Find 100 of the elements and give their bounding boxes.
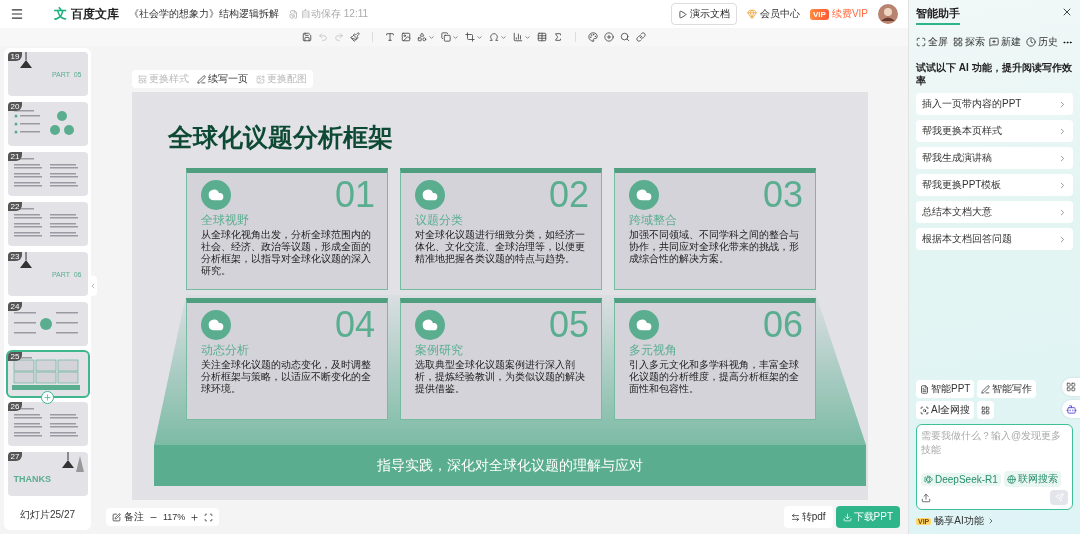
card-text: 关注全球化议题的动态变化，及时调整分析框架与策略，以适应不断变化的全球环境。: [201, 359, 372, 395]
template-icon: [138, 74, 147, 84]
slide-number: 25: [7, 352, 23, 361]
slide-number: 24: [7, 302, 23, 311]
panel-action[interactable]: 新建: [1001, 35, 1021, 49]
upload-icon[interactable]: [921, 492, 931, 503]
cloud-icon: [201, 310, 231, 340]
chevron-right-icon: [1058, 180, 1067, 190]
palette-icon[interactable]: [588, 32, 598, 42]
copy-icon[interactable]: [441, 32, 459, 42]
apps-button[interactable]: [1062, 378, 1080, 396]
table-icon[interactable]: [537, 32, 547, 42]
slide-thumbnail[interactable]: 24: [7, 302, 88, 346]
plus-circle-icon[interactable]: [604, 32, 614, 42]
logo-icon: 文: [54, 5, 67, 23]
cloud-icon: [629, 310, 659, 340]
panel-action[interactable]: 探索: [964, 35, 985, 49]
panel-action[interactable]: 历史: [1037, 35, 1058, 49]
text-box-icon[interactable]: [385, 32, 395, 42]
card-number: 01: [334, 177, 375, 213]
card-heading: 多元视角: [629, 343, 678, 358]
suggestion-button[interactable]: 根据本文档回答问题: [916, 228, 1073, 250]
bar-chart-icon[interactable]: [513, 32, 531, 42]
notes-button[interactable]: 备注: [124, 510, 144, 524]
model-button[interactable]: DeepSeek-R1: [921, 472, 1001, 486]
new-chat-icon: [989, 37, 999, 47]
suggestion-button[interactable]: 总结本文档大意: [916, 201, 1073, 223]
slide-action-button[interactable]: 续写一页: [197, 72, 248, 86]
panel-action[interactable]: 全屏: [928, 35, 948, 49]
plus-icon: [42, 393, 52, 402]
web-search-button[interactable]: 联网搜索: [1003, 471, 1061, 487]
link-icon[interactable]: [636, 32, 646, 42]
slide-thumbnail[interactable]: 21: [7, 152, 88, 196]
sigma-icon[interactable]: [553, 32, 563, 42]
slide-number: 19: [7, 52, 23, 61]
suggestion-button[interactable]: 帮我生成演讲稿: [916, 147, 1073, 169]
chevron-right-icon: [1058, 234, 1067, 244]
slide-thumbnail[interactable]: 22: [7, 202, 88, 246]
member-center-link[interactable]: 会员中心: [759, 7, 800, 21]
slide-thumbnail[interactable]: 27 THANKS: [7, 452, 88, 496]
search-icon[interactable]: [620, 32, 630, 42]
diamond-icon: [746, 9, 757, 19]
card-text: 对全球化议题进行细致分类，如经济一体化、文化交流、全球治理等，以便更精准地把握各类议题的特点与趋势。: [415, 229, 586, 265]
omega-icon[interactable]: [489, 32, 507, 42]
zoom-in-icon[interactable]: [190, 512, 200, 522]
swap-icon: [790, 512, 800, 522]
prompt-heading: 试试以下 AI 功能，提升阅读写作效率: [916, 61, 1073, 87]
assistant-button[interactable]: [1062, 400, 1080, 418]
menu-icon[interactable]: [10, 7, 24, 21]
card-number: 06: [762, 307, 803, 343]
globe-icon: [1006, 474, 1016, 484]
cloud-icon: [415, 310, 445, 340]
document-title[interactable]: 《社会学的想象力》结构逻辑拆解: [129, 7, 279, 21]
thumbnail-label: THANKS: [13, 474, 51, 484]
send-icon: [1054, 493, 1064, 502]
convert-pdf-button[interactable]: 转pdf: [783, 506, 833, 528]
fullscreen-icon: [916, 37, 926, 47]
ai-tool-button[interactable]: 智能PPT: [916, 380, 975, 398]
present-button[interactable]: 演示文档: [670, 3, 737, 25]
suggestion-button[interactable]: 帮我更换本页样式: [916, 120, 1073, 142]
slide-thumbnail[interactable]: 20: [7, 102, 88, 146]
autosave-status: 自动保存 12:11: [301, 7, 369, 21]
card-heading: 动态分析: [201, 343, 250, 358]
suggestion-button[interactable]: 插入一页带内容的PPT: [916, 93, 1073, 115]
fit-screen-icon[interactable]: [204, 512, 214, 522]
close-icon[interactable]: [1061, 6, 1073, 18]
fish-icon: [924, 474, 933, 484]
card-text: 加强不同领域、不同学科之间的整合与协作，共同应对全球化带来的挑战，形成综合性的解决方案。: [629, 229, 800, 265]
chevron-right-icon: [1058, 153, 1067, 163]
slide-title: 全球化议题分析框架: [168, 122, 394, 152]
chevron-right-icon: [1058, 99, 1067, 109]
pen-icon: [197, 74, 206, 84]
slide-number: 23: [7, 252, 23, 261]
save-icon[interactable]: [302, 32, 312, 42]
vip-badge: VIP: [809, 8, 829, 20]
card-heading: 议题分类: [415, 213, 464, 228]
image-icon: [256, 74, 265, 84]
crop-icon[interactable]: [465, 32, 483, 42]
slide-thumbnail[interactable]: 25: [7, 352, 88, 396]
suggestion-button[interactable]: 帮我更换PPT模板: [916, 174, 1073, 196]
notes-icon: [112, 512, 121, 522]
brush-icon[interactable]: [350, 32, 360, 42]
chat-input[interactable]: 需要我做什么？输入@发现更多技能 DeepSeek-R1 联网搜索: [916, 424, 1073, 510]
card-number: 03: [762, 177, 803, 213]
image-icon[interactable]: [401, 32, 411, 42]
vip-ai-link[interactable]: 畅享AI功能: [934, 514, 984, 528]
cloud-icon: [629, 180, 659, 210]
clock-icon: [1025, 37, 1036, 47]
slide-thumbnail[interactable]: 26: [7, 402, 88, 446]
panel-title[interactable]: 智能助手: [916, 6, 960, 25]
ai-tool-button[interactable]: 智能写作: [977, 380, 1037, 398]
slide-number: 21: [7, 152, 23, 161]
card-heading: 跨域整合: [629, 213, 678, 228]
chevron-right-icon: [1058, 126, 1067, 136]
ai-tool-button[interactable]: AI全网搜: [916, 401, 975, 419]
card-heading: 案例研究: [415, 343, 464, 358]
grid-button[interactable]: [977, 401, 995, 419]
card-heading: 全球视野: [201, 213, 250, 228]
shapes-icon[interactable]: [417, 32, 435, 42]
avatar-icon[interactable]: [878, 4, 898, 24]
